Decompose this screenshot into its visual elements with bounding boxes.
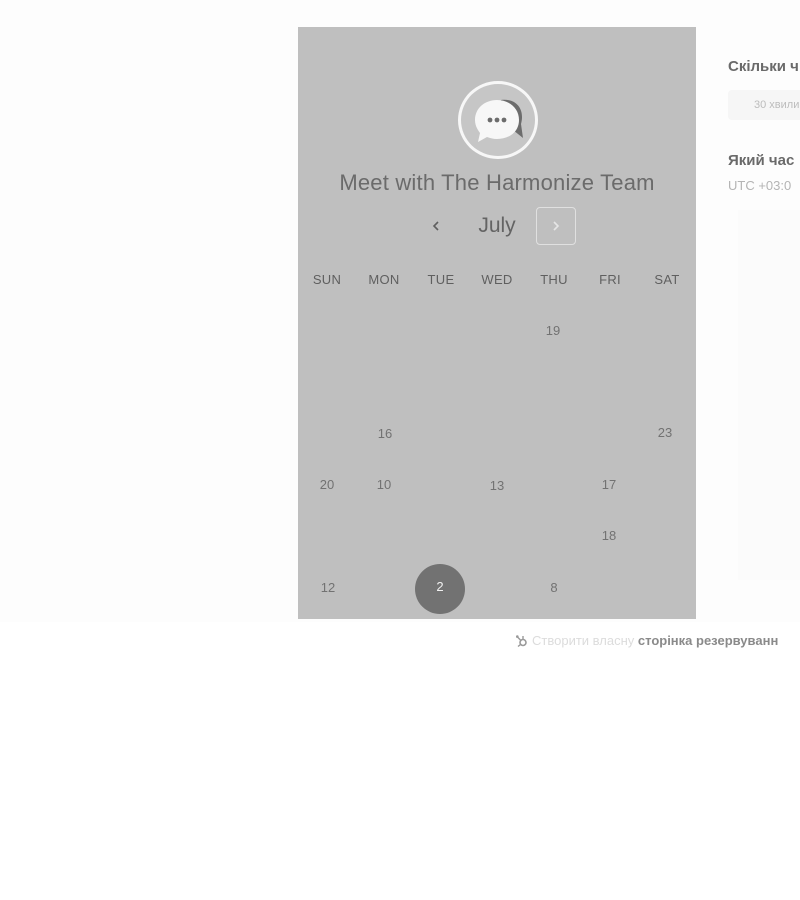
calendar-day[interactable]: 20: [307, 475, 347, 495]
weekday-wed: WED: [481, 272, 513, 287]
next-month-button[interactable]: [536, 207, 576, 245]
calendar-day[interactable]: 8: [534, 578, 574, 598]
footer-prefix-text: Створити власну: [532, 633, 635, 648]
duration-option-button[interactable]: 30 хвили: [728, 90, 800, 120]
calendar-day[interactable]: 19: [533, 321, 573, 341]
weekday-mon: MON: [368, 272, 400, 287]
weekday-header: SUN MON TUE WED THU FRI SAT: [298, 272, 696, 288]
calendar-day[interactable]: 13: [477, 476, 517, 496]
chevron-right-icon: [553, 221, 560, 231]
weekday-thu: THU: [540, 272, 568, 287]
weekday-tue: TUE: [427, 272, 455, 287]
calendar-day[interactable]: 18: [589, 526, 629, 546]
timezone-question: Який час: [728, 152, 795, 169]
booking-widget-area: Meet with The Harmonize Team July SUN MO…: [0, 0, 800, 622]
time-slots-area: [738, 210, 800, 580]
duration-question: Скільки ч: [728, 58, 799, 75]
weekday-sat: SAT: [654, 272, 680, 287]
booking-page: Meet with The Harmonize Team July SUN MO…: [0, 0, 800, 900]
footer-promo: Створити власну сторінка резервуванн: [515, 632, 778, 650]
current-month: July: [478, 214, 516, 237]
calendar-card: Meet with The Harmonize Team July SUN MO…: [298, 27, 696, 619]
hubspot-sprocket-icon: [515, 634, 529, 653]
calendar-day[interactable]: 16: [365, 424, 405, 444]
weekday-fri: FRI: [599, 272, 621, 287]
booking-options-panel: Скільки ч 30 хвили Який час UTC +03:0: [728, 0, 800, 622]
selected-calendar-day[interactable]: 2: [415, 564, 465, 614]
calendar-day[interactable]: 12: [308, 578, 348, 598]
footer-booking-page-link[interactable]: сторінка резервуванн: [638, 633, 778, 648]
weekday-sun: SUN: [312, 272, 342, 287]
calendar-day[interactable]: 17: [589, 475, 629, 495]
calendar-day[interactable]: 10: [364, 475, 404, 495]
previous-month-button[interactable]: [424, 214, 448, 238]
timezone-selector[interactable]: UTC +03:0: [728, 178, 791, 193]
chat-bubble-icon: [458, 81, 538, 159]
calendar-day[interactable]: 23: [645, 423, 685, 443]
chevron-left-icon: [432, 221, 439, 231]
meeting-title: Meet with The Harmonize Team: [339, 170, 655, 195]
